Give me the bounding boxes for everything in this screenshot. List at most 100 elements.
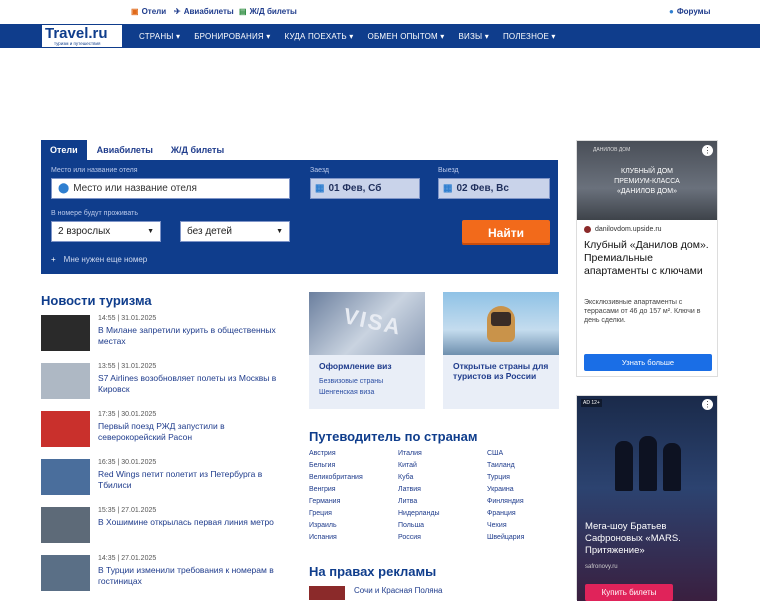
favicon-icon [584, 226, 591, 233]
ad-danilov[interactable]: ДАНИЛОВ ДОМ КЛУБНЫЙ ДОМ ПРЕМИУМ-КЛАССА «… [576, 140, 718, 377]
tab-flights[interactable]: Авиабилеты [87, 140, 162, 160]
adults-select[interactable]: 2 взрослых ▼ [51, 221, 161, 242]
buy-tickets-button[interactable]: Купить билеты [585, 584, 673, 601]
open-countries-card[interactable]: Открытые страны для туристов из России [443, 292, 559, 409]
country-link[interactable]: Австрия [309, 448, 336, 460]
country-link[interactable]: Украина [487, 484, 514, 496]
ad-thumb [309, 586, 345, 600]
guests-label: В номере будут проживать [51, 210, 138, 217]
news-item[interactable]: 16:35 | 30.01.2025 Red Wings петит полети… [41, 459, 281, 496]
chevron-down-icon: ▼ [147, 228, 154, 235]
location-pin-icon: ⬤ [58, 183, 70, 194]
news-item[interactable]: 17:35 | 30.01.2025 Первый поезд РЖД запус… [41, 411, 281, 448]
country-link[interactable]: Германия [309, 496, 340, 508]
news-headline[interactable]: В Турции изменили требования к номерам в… [98, 565, 281, 587]
news-item[interactable]: 13:55 | 31.01.2025 S7 Airlines возобновля… [41, 363, 281, 400]
hotel-search-form: Место или название отеля ⬤ Место или назв… [41, 160, 558, 274]
place-input[interactable]: ⬤ Место или название отеля [51, 178, 290, 199]
train-icon: ▤ [239, 7, 247, 16]
news-meta: 14:35 | 27.01.2025 [98, 555, 157, 562]
search-button[interactable]: Найти [462, 220, 550, 245]
news-item[interactable]: 14:35 | 27.01.2025 В Турции изменили треб… [41, 555, 281, 592]
tab-hotels[interactable]: Отели [41, 140, 87, 160]
checkout-label: Выезд [438, 167, 459, 174]
guide-title: Путеводитель по странам [309, 429, 478, 444]
country-link[interactable]: Польша [398, 520, 424, 532]
news-meta: 13:55 | 31.01.2025 [98, 363, 157, 370]
ad-mars-show[interactable]: AD 12+ ⋮ Мега-шоу Братьев Сафроновых «MA… [576, 395, 718, 601]
ad-show-image: AD 12+ ⋮ Мега-шоу Братьев Сафроновых «MA… [577, 396, 717, 601]
country-link[interactable]: Литва [398, 496, 417, 508]
plus-icon: + [51, 255, 56, 264]
country-link[interactable]: США [487, 448, 503, 460]
news-meta: 14:55 | 31.01.2025 [98, 315, 157, 322]
tab-trains[interactable]: Ж/Д билеты [162, 140, 233, 160]
news-headline[interactable]: Red Wings петит полетит из Петербурга в … [98, 469, 281, 491]
nav-item-5[interactable]: ПОЛЕЗНОЕ ▾ [503, 32, 556, 41]
country-link[interactable]: Бельгия [309, 460, 335, 472]
country-link[interactable]: Куба [398, 472, 413, 484]
news-meta: 15:35 | 27.01.2025 [98, 507, 157, 514]
ads-section-item[interactable]: Сочи и Красная Поляна [354, 586, 442, 595]
visa-free-link[interactable]: Безвизовые страны [319, 377, 383, 387]
country-link[interactable]: Китай [398, 460, 417, 472]
country-link[interactable]: Чехия [487, 520, 507, 532]
country-link[interactable]: Турция [487, 472, 510, 484]
more-icon[interactable]: ⋮ [702, 399, 713, 410]
news-title: Новости туризма [41, 293, 152, 308]
country-link[interactable]: Венгрия [309, 484, 336, 496]
checkin-field[interactable]: ▦ 01 Фев, Сб [310, 178, 420, 199]
woman-photo [443, 292, 559, 355]
nav-item-2[interactable]: КУДА ПОЕХАТЬ ▾ [285, 32, 354, 41]
hotels-link[interactable]: ▣ Отели [131, 7, 166, 16]
trains-link[interactable]: ▤ Ж/Д билеты [239, 7, 297, 16]
news-thumbnail [41, 363, 90, 399]
country-link[interactable]: Израиль [309, 520, 337, 532]
top-bar: ▣ Отели ✈ Авиабилеты ▤ Ж/Д билеты ● Форумы [0, 0, 760, 24]
children-select[interactable]: без детей ▼ [180, 221, 290, 242]
news-headline[interactable]: В Хошимине открылась первая линия метро [98, 517, 281, 528]
ad-cta-button[interactable]: Узнать больше [584, 354, 712, 371]
ads-section-title: На правах рекламы [309, 564, 437, 579]
more-icon[interactable]: ⋮ [702, 145, 713, 156]
schengen-link[interactable]: Шенгенская виза [319, 388, 374, 398]
news-thumbnail [41, 315, 90, 351]
news-thumbnail [41, 411, 90, 447]
news-thumbnail [41, 555, 90, 591]
calendar-icon: ▦ [443, 183, 453, 194]
country-link[interactable]: Греция [309, 508, 332, 520]
search-tabs: Отели Авиабилеты Ж/Д билеты [41, 140, 233, 160]
forums-link[interactable]: ● Форумы [669, 7, 710, 16]
nav-item-3[interactable]: ОБМЕН ОПЫТОМ ▾ [368, 32, 445, 41]
place-label: Место или название отеля [51, 167, 138, 174]
news-headline[interactable]: S7 Airlines возобновляет полеты из Москв… [98, 373, 281, 395]
news-headline[interactable]: В Милане запретили курить в общественных… [98, 325, 281, 347]
visa-card[interactable]: VISA Оформление виз Безвизовые страны Ше… [309, 292, 425, 409]
calendar-icon: ▦ [315, 183, 325, 194]
country-link[interactable]: Латвия [398, 484, 421, 496]
add-room-link[interactable]: + Мне нужен еще номер [51, 255, 147, 264]
site-logo[interactable]: Travel.ru туризм и путешествия [41, 24, 123, 48]
nav-item-0[interactable]: СТРАНЫ ▾ [139, 32, 180, 41]
news-item[interactable]: 14:55 | 31.01.2025 В Милане запретили кур… [41, 315, 281, 352]
news-item[interactable]: 15:35 | 27.01.2025 В Хошимине открылась п… [41, 507, 281, 544]
chevron-down-icon: ▼ [276, 228, 283, 235]
country-link[interactable]: Великобритания [309, 472, 363, 484]
country-link[interactable]: Россия [398, 532, 421, 544]
country-link[interactable]: Нидерланды [398, 508, 440, 520]
country-link[interactable]: Испания [309, 532, 337, 544]
news-headline[interactable]: Первый поезд РЖД запустили в северокорей… [98, 421, 281, 443]
visa-image: VISA [309, 292, 425, 355]
country-link[interactable]: Франция [487, 508, 516, 520]
nav-item-1[interactable]: БРОНИРОВАНИЯ ▾ [194, 32, 270, 41]
plane-icon: ✈ [174, 7, 181, 16]
country-link[interactable]: Италия [398, 448, 422, 460]
country-link[interactable]: Финляндия [487, 496, 524, 508]
nav-item-4[interactable]: ВИЗЫ ▾ [459, 32, 489, 41]
ad-banner: ДАНИЛОВ ДОМ КЛУБНЫЙ ДОМ ПРЕМИУМ-КЛАССА «… [577, 141, 717, 220]
flights-link[interactable]: ✈ Авиабилеты [174, 7, 234, 16]
country-link[interactable]: Швейцария [487, 532, 524, 544]
news-meta: 17:35 | 30.01.2025 [98, 411, 157, 418]
country-link[interactable]: Таиланд [487, 460, 515, 472]
checkout-field[interactable]: ▦ 02 Фев, Вс [438, 178, 550, 199]
